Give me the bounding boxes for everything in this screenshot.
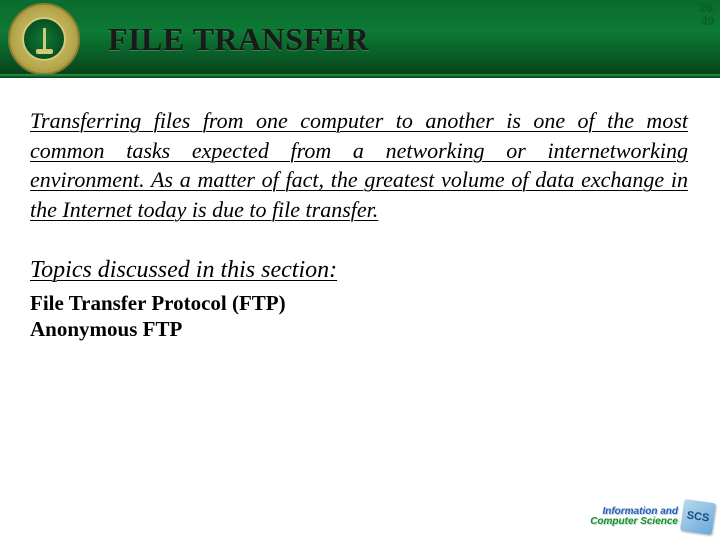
content-area: Transferring files from one computer to … [0,78,720,342]
intro-paragraph: Transferring files from one computer to … [30,106,688,225]
header-bar: FILE TRANSFER [0,0,720,78]
footer-text: Information and Computer Science [590,507,678,527]
footer-line2: Computer Science [590,517,678,527]
footer-logo: Information and Computer Science SCS [574,500,714,534]
page-number-bottom: 49 [699,15,716,28]
topic-item: Anonymous FTP [30,316,688,342]
footer-badge-icon: SCS [680,499,716,535]
topics-heading: Topics discussed in this section: [30,257,688,284]
university-logo [8,3,80,75]
topic-item: File Transfer Protocol (FTP) [30,290,688,316]
page-number: 26. 49 [699,2,716,28]
slide-title: FILE TRANSFER [108,21,369,58]
topics-list: File Transfer Protocol (FTP) Anonymous F… [30,290,688,343]
header-underline [0,74,720,78]
